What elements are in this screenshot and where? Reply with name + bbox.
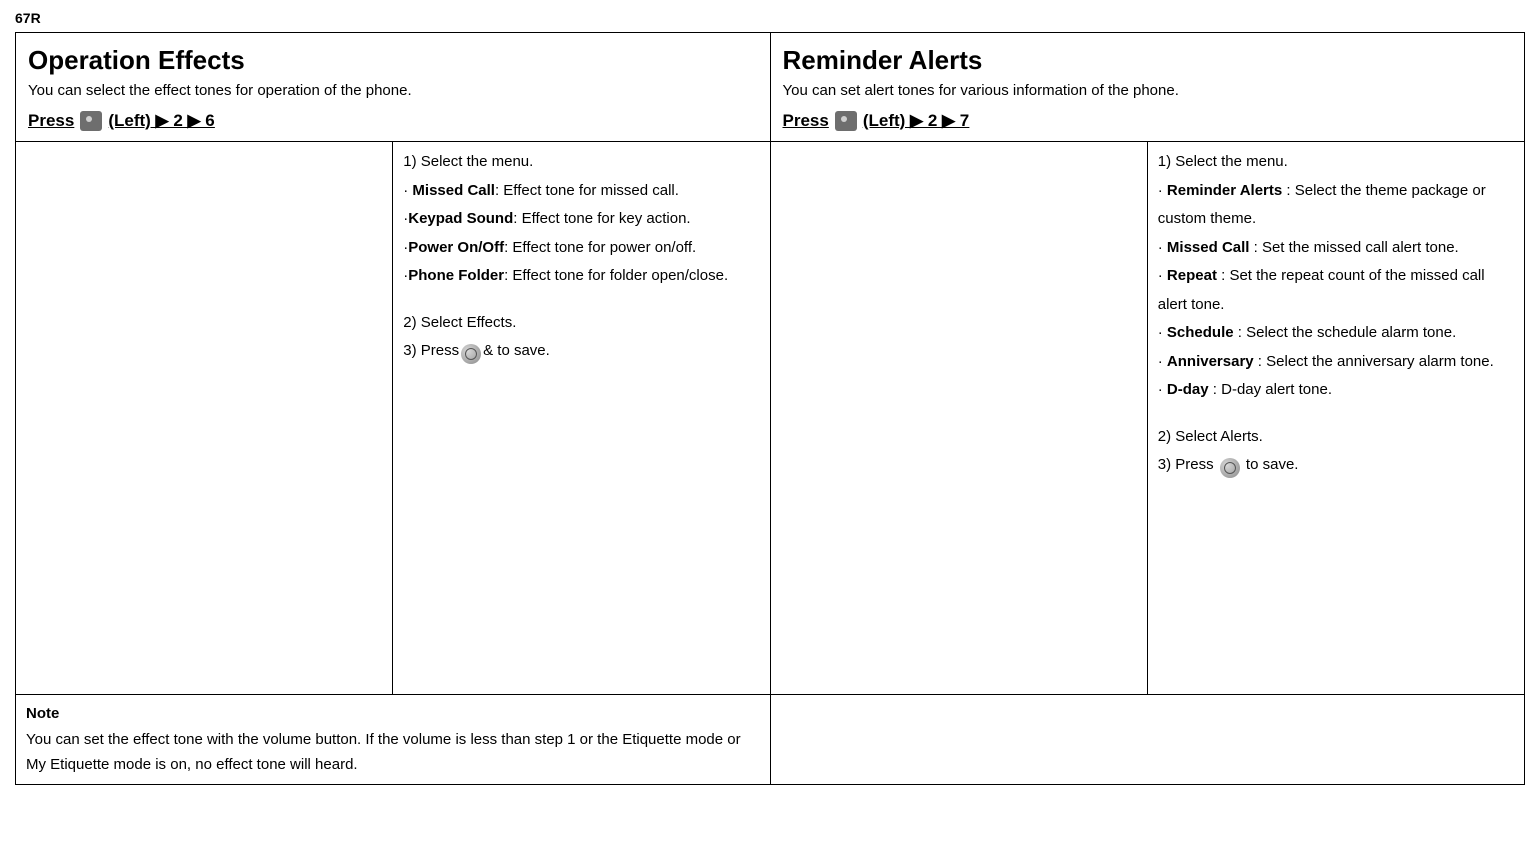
reminder-alerts-header: Reminder Alerts You can set alert tones … (770, 33, 1525, 142)
note-cell: Note You can set the effect tone with th… (16, 695, 771, 785)
reminder-alerts-image-cell (770, 142, 1147, 695)
list-item: · Reminder Alerts : Select the theme pac… (1158, 177, 1514, 234)
operation-effects-header: Operation Effects You can select the eff… (16, 33, 771, 142)
operation-effects-title: Operation Effects (28, 45, 758, 76)
list-item: ·Power On/Off: Effect tone for power on/… (403, 234, 759, 263)
reminder-alerts-press: Press (Left) ▶ 2 ▶ 7 (783, 111, 1513, 131)
ok-icon (1220, 458, 1240, 478)
note-text: You can set the effect tone with the vol… (26, 731, 741, 774)
list-item: ·Keypad Sound: Effect tone for key actio… (403, 205, 759, 234)
left-step1-intro: 1) Select the menu. (403, 148, 759, 177)
operation-effects-image-cell (16, 142, 393, 695)
softkey-icon (835, 111, 857, 131)
reminder-alerts-steps: 1) Select the menu. · Reminder Alerts : … (1147, 142, 1524, 695)
list-item: · Missed Call: Effect tone for missed ca… (403, 177, 759, 206)
right-step3: 3) Press to save. (1158, 451, 1514, 480)
list-item: ·Phone Folder: Effect tone for folder op… (403, 262, 759, 291)
press-suffix-right: (Left) ▶ 2 ▶ 7 (863, 111, 969, 131)
reminder-alerts-title: Reminder Alerts (783, 45, 1513, 76)
softkey-icon (80, 111, 102, 131)
empty-note-cell (770, 695, 1525, 785)
operation-effects-steps: 1) Select the menu. · Missed Call: Effec… (393, 142, 770, 695)
ok-icon (461, 344, 481, 364)
list-item: · D-day : D-day alert tone. (1158, 376, 1514, 405)
operation-effects-press: Press (Left) ▶ 2 ▶ 6 (28, 111, 758, 131)
page-code: 67R (15, 10, 1525, 26)
press-suffix-left: (Left) ▶ 2 ▶ 6 (108, 111, 214, 131)
reminder-alerts-desc: You can set alert tones for various info… (783, 82, 1513, 99)
press-prefix-left: Press (28, 111, 74, 131)
list-item: · Repeat : Set the repeat count of the m… (1158, 262, 1514, 319)
right-step1-intro: 1) Select the menu. (1158, 148, 1514, 177)
right-step2: 2) Select Alerts. (1158, 423, 1514, 452)
operation-effects-desc: You can select the effect tones for oper… (28, 82, 758, 99)
left-step2: 2) Select Effects. (403, 309, 759, 338)
list-item: · Missed Call : Set the missed call aler… (1158, 234, 1514, 263)
list-item: · Anniversary : Select the anniversary a… (1158, 348, 1514, 377)
list-item: · Schedule : Select the schedule alarm t… (1158, 319, 1514, 348)
layout-table: Operation Effects You can select the eff… (15, 32, 1525, 785)
left-step3: 3) Press& to save. (403, 337, 759, 366)
press-prefix-right: Press (783, 111, 829, 131)
note-label: Note (26, 705, 59, 722)
